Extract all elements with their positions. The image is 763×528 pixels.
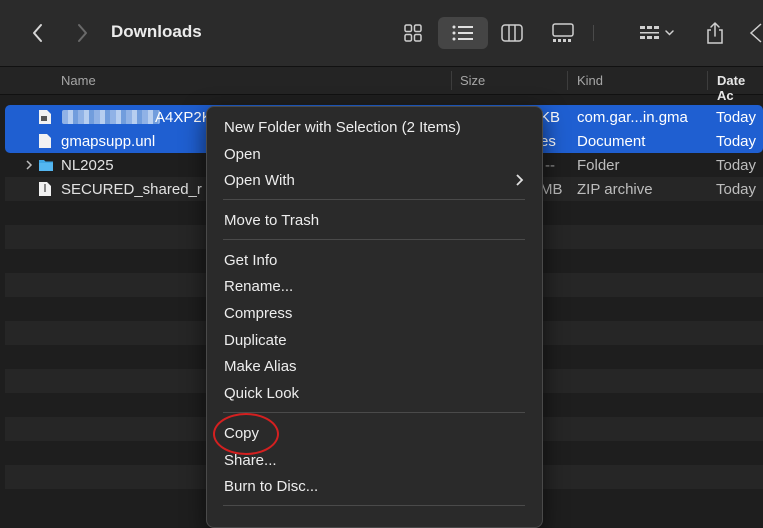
- file-name: NL2025: [61, 157, 114, 174]
- menu-item-copy[interactable]: Copy: [224, 425, 259, 442]
- column-header: Name Size Kind Date Ac: [0, 67, 763, 103]
- menu-item-open-with[interactable]: Open With: [224, 172, 295, 189]
- file-size: --: [545, 157, 555, 174]
- menu-separator: [223, 505, 525, 506]
- share-icon: [707, 21, 723, 44]
- file-date: Today: [716, 109, 757, 126]
- menu-item-quick-look[interactable]: Quick Look: [224, 385, 299, 402]
- column-separator: [451, 71, 452, 90]
- zip-icon: [39, 182, 51, 196]
- menu-item-burn-to-disc[interactable]: Burn to Disc...: [224, 478, 318, 495]
- file-date: Today: [716, 181, 757, 198]
- group-button[interactable]: [632, 17, 682, 49]
- menu-separator: [223, 412, 525, 413]
- redacted-name: [62, 110, 160, 124]
- menu-separator: [223, 199, 525, 200]
- back-icon: [33, 24, 42, 42]
- folder-icon: [39, 160, 53, 171]
- file-date: Today: [716, 157, 757, 174]
- menu-item-make-alias[interactable]: Make Alias: [224, 358, 297, 375]
- column-kind[interactable]: Kind: [577, 73, 603, 88]
- menu-item-new-folder-with-selection[interactable]: New Folder with Selection (2 Items): [224, 119, 461, 136]
- menu-item-open[interactable]: Open: [224, 146, 261, 163]
- document-icon: [39, 134, 51, 148]
- file-kind: Folder: [577, 157, 620, 174]
- menu-item-rename[interactable]: Rename...: [224, 278, 293, 295]
- column-separator: [567, 71, 568, 90]
- menu-item-get-info[interactable]: Get Info: [224, 252, 277, 269]
- forward-button[interactable]: [70, 20, 94, 46]
- file-kind: com.gar...in.gma: [577, 109, 688, 126]
- file-date: Today: [716, 133, 757, 150]
- file-icon: [39, 110, 51, 124]
- menu-item-move-to-trash[interactable]: Move to Trash: [224, 212, 319, 229]
- column-view-button[interactable]: [497, 17, 527, 49]
- group-icon: [640, 26, 674, 39]
- gallery-view-icon: [552, 23, 574, 42]
- column-date[interactable]: Date Ac: [717, 73, 763, 103]
- tag-icon: [749, 23, 762, 43]
- back-button[interactable]: [26, 20, 50, 46]
- file-name: gmapsupp.unl: [61, 133, 156, 150]
- disclosure-chevron-icon[interactable]: [24, 158, 34, 172]
- share-button[interactable]: [701, 17, 729, 49]
- grid-view-icon: [404, 24, 422, 42]
- column-separator: [707, 71, 708, 90]
- submenu-chevron-icon: [516, 174, 524, 186]
- gallery-view-button[interactable]: [548, 17, 578, 49]
- file-kind: Document: [577, 133, 646, 150]
- file-name: SECURED_shared_r: [61, 181, 202, 198]
- menu-item-compress[interactable]: Compress: [224, 305, 292, 322]
- menu-item-share[interactable]: Share...: [224, 452, 277, 469]
- toolbar-divider: [593, 25, 594, 41]
- menu-item-duplicate[interactable]: Duplicate: [224, 332, 287, 349]
- file-kind: ZIP archive: [577, 181, 653, 198]
- context-menu: New Folder with Selection (2 Items) Open…: [206, 106, 543, 528]
- menu-separator: [223, 239, 525, 240]
- file-size: KB: [540, 109, 561, 126]
- grid-view-button[interactable]: [398, 17, 428, 49]
- forward-icon: [78, 24, 87, 42]
- window-title: Downloads: [111, 22, 202, 41]
- file-size: MB: [540, 181, 563, 198]
- column-view-icon: [501, 24, 523, 42]
- file-name: A4XP2K: [155, 109, 212, 126]
- toolbar: Downloads: [0, 0, 763, 67]
- column-size[interactable]: Size: [460, 73, 485, 88]
- list-view-button[interactable]: [438, 17, 488, 49]
- column-name[interactable]: Name: [61, 73, 96, 88]
- tag-button[interactable]: [745, 17, 763, 49]
- list-view-icon: [452, 25, 473, 41]
